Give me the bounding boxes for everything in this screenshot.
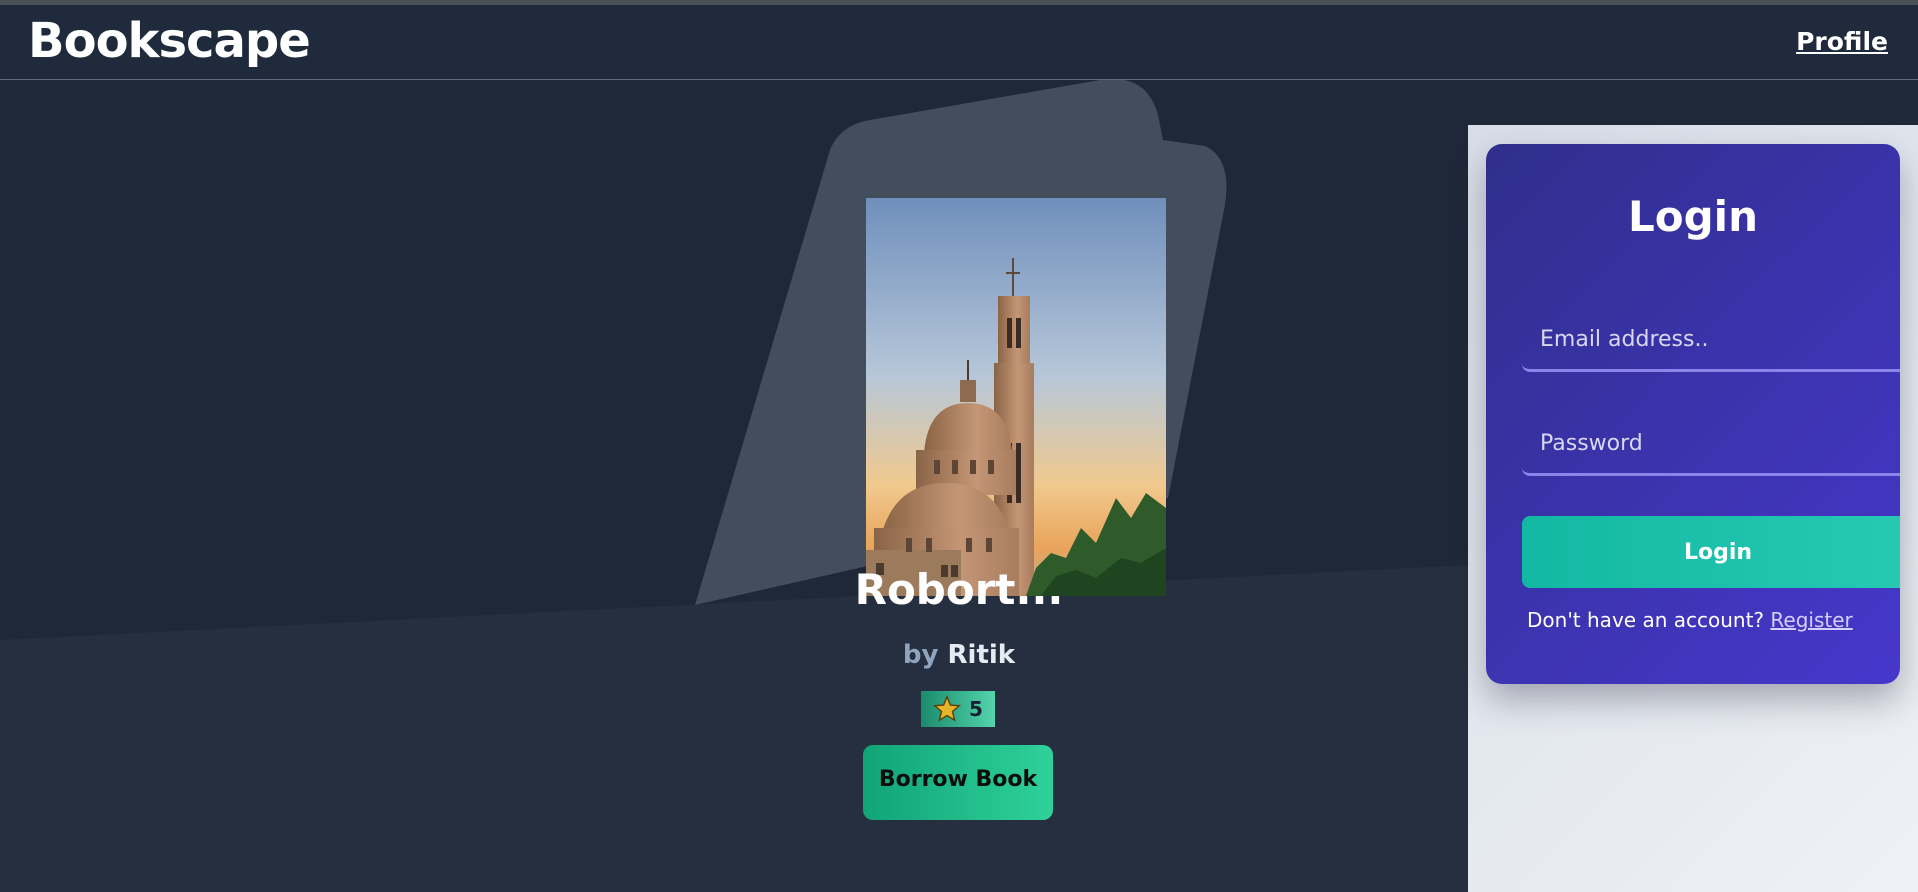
login-card: Login Login Don't have an account? Regis… [1486, 144, 1900, 684]
book-cover-image[interactable] [866, 198, 1166, 596]
login-title: Login [1628, 192, 1758, 241]
password-field[interactable] [1522, 414, 1900, 476]
register-link[interactable]: Register [1770, 608, 1852, 632]
login-button[interactable]: Login [1522, 516, 1900, 588]
register-prompt: Don't have an account? Register [1527, 608, 1853, 632]
rating-value: 5 [969, 697, 983, 721]
register-prompt-text: Don't have an account? [1527, 608, 1765, 632]
star-icon [933, 695, 962, 722]
by-label: by [902, 640, 939, 670]
cathedral-illustration [866, 198, 1166, 596]
email-field[interactable] [1522, 310, 1900, 372]
author-name: Ritik [947, 640, 1016, 670]
rating-badge: 5 [921, 691, 995, 727]
page: Bookscape Profile Robort... by Ritik 5 B… [0, 0, 1918, 892]
book-card-backdrop [695, 80, 1227, 605]
profile-link[interactable]: Profile [1796, 27, 1888, 56]
navbar: Bookscape Profile [0, 5, 1918, 80]
book-author: by Ritik [734, 640, 1184, 670]
borrow-book-button[interactable]: Borrow Book [863, 745, 1053, 820]
book-title: Robort... [854, 565, 1064, 614]
brand-logo[interactable]: Bookscape [28, 13, 311, 69]
book-hero: Robort... by Ritik 5 Borrow Book [0, 80, 1468, 892]
